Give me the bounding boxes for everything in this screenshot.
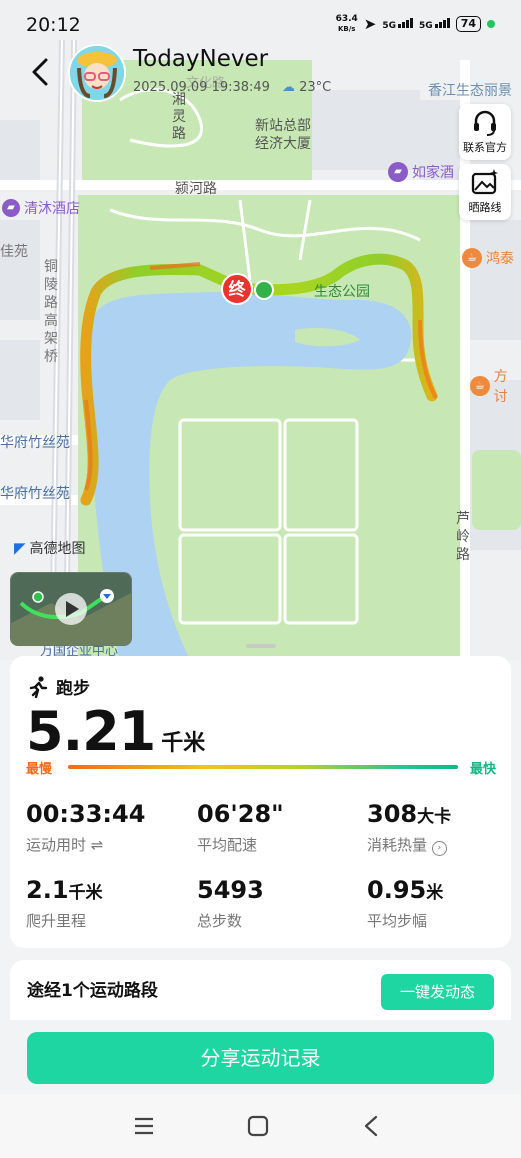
- distance-unit: 千米: [161, 731, 206, 756]
- back-button[interactable]: [26, 52, 56, 92]
- map-label-zhusi-yuan-2: 华府竹丝苑: [0, 486, 70, 502]
- amap-icon: ◤: [14, 539, 26, 557]
- map-label-xinzhan: 新站总部 经济大厦: [255, 118, 311, 152]
- video-thumbnail: [11, 573, 131, 645]
- map-poi-fangtao[interactable]: ☕ 方讨: [470, 366, 521, 406]
- map-label-eco-park: 生态公园: [314, 284, 370, 300]
- stat-avg-pace: 06'28" 平均配速: [197, 800, 284, 854]
- chevron-right-circle-icon: ›: [431, 841, 447, 856]
- contact-official-button[interactable]: 联系官方: [459, 104, 511, 160]
- map-poi-qingmu-hotel[interactable]: ▰ 清沐酒店: [2, 198, 80, 218]
- map-label-tongling-viaduct: 铜陵路高架桥: [44, 259, 58, 365]
- map-label-yinghe-road: 颍河路: [175, 181, 217, 197]
- swap-icon: ⇌: [90, 836, 104, 854]
- system-nav-bar: [0, 1094, 521, 1158]
- cloud-icon: ☁: [282, 80, 295, 95]
- back-nav-icon[interactable]: [362, 1115, 380, 1137]
- share-route-button[interactable]: 晒路线: [459, 164, 511, 220]
- location-icon: ➤: [363, 15, 377, 33]
- end-marker: 终: [221, 273, 253, 305]
- pace-slow-label: 最慢: [26, 761, 53, 777]
- map-label-xiangling-road: 湘灵路: [172, 92, 186, 142]
- running-icon: [29, 675, 48, 698]
- pace-legend: 最慢 最快: [26, 758, 496, 777]
- start-marker: [254, 280, 274, 300]
- avatar[interactable]: [68, 44, 126, 102]
- stat-elevation: 2.1千米 爬升里程: [26, 876, 103, 930]
- food-icon: ☕: [470, 376, 490, 396]
- map-poi-hongtai[interactable]: ☕ 鸿泰: [462, 248, 514, 268]
- map-label-xiangjiang: 香江生态丽景: [428, 83, 512, 99]
- signal-icon-2: 5G: [419, 17, 450, 31]
- route-replay-video[interactable]: [10, 572, 132, 646]
- post-update-button[interactable]: 一键发动态: [381, 974, 494, 1010]
- drag-handle[interactable]: [246, 644, 276, 648]
- stat-steps: 5493 总步数: [197, 876, 264, 930]
- pace-gradient-bar: [68, 765, 458, 769]
- activity-type: 跑步: [28, 674, 90, 699]
- map-label-luling-road: 芦岭路: [456, 511, 470, 563]
- status-dot: [487, 20, 495, 28]
- map-poi-rujia[interactable]: ▰ 如家酒: [388, 162, 454, 182]
- pace-fast-label: 最快: [469, 761, 496, 777]
- signal-icon-1: 5G: [382, 17, 414, 31]
- chevron-left-icon: [32, 58, 48, 86]
- hotel-icon: ▰: [2, 199, 20, 217]
- distance-value: 5.21: [26, 700, 156, 763]
- status-time: 20:12: [26, 14, 81, 36]
- activity-summary-card: 跑步 5.21 千米 最慢 最快 00:33:44 运动用时 ⇌ 06'28" …: [10, 656, 511, 948]
- map-label-zhusi-yuan-1: 华府竹丝苑: [0, 435, 70, 451]
- distance: 5.21 千米: [26, 700, 205, 763]
- stat-stride: 0.95米 平均步幅: [367, 876, 444, 930]
- route-map[interactable]: 湘灵路 文化路 新站总部 经济大厦 香江生态丽景 颍河路 ▰ 清沐酒店 ▰ 如家酒…: [0, 0, 521, 660]
- route-segment-title: 途经1个运动路段: [27, 981, 158, 1001]
- stat-duration: 00:33:44 运动用时 ⇌: [26, 800, 146, 854]
- weather: ☁ 23°C: [282, 80, 332, 95]
- image-sparkle-icon: [471, 169, 498, 195]
- home-icon[interactable]: [247, 1115, 269, 1137]
- stat-calories[interactable]: 308大卡 消耗热量 ›: [367, 800, 451, 856]
- battery-indicator: 74: [455, 16, 481, 32]
- headset-icon: [474, 110, 496, 136]
- status-bar: 20:12 63.4 KB/s ➤ 5G 5G 74: [0, 0, 521, 50]
- route-segment-card: 途经1个运动路段 一键发动态: [10, 960, 511, 1020]
- map-provider-logo: ◤ 高德地图: [14, 539, 86, 557]
- hotel-icon: ▰: [388, 162, 408, 182]
- map-label-gui-yuan: 佳苑: [0, 244, 28, 260]
- food-icon: ☕: [462, 248, 482, 268]
- activity-type-label: 跑步: [56, 679, 90, 699]
- avatar-image: [70, 46, 124, 100]
- contact-official-label: 联系官方: [463, 141, 507, 154]
- menu-icon[interactable]: [133, 1116, 155, 1136]
- network-speed: 63.4 KB/s: [335, 14, 358, 33]
- share-route-label: 晒路线: [468, 201, 502, 214]
- share-activity-button[interactable]: 分享运动记录: [27, 1032, 494, 1084]
- activity-datetime: 2025.09.09 19:38:49: [133, 80, 270, 95]
